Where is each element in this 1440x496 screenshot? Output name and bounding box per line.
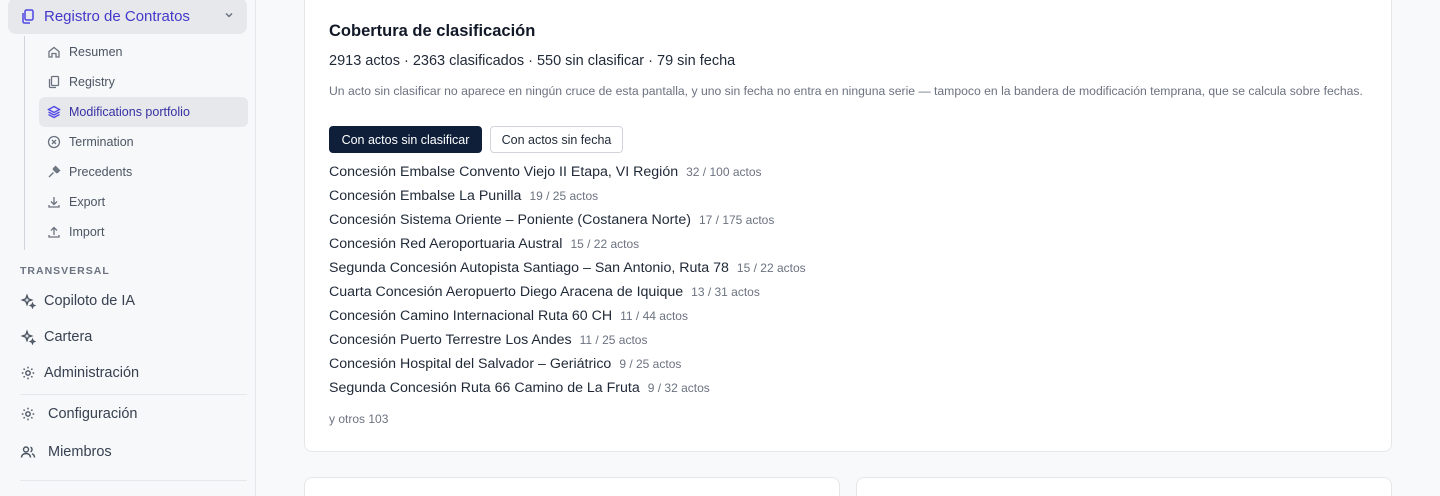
gear-icon [20,365,36,381]
list-item[interactable]: Concesión Embalse La Punilla 19 / 25 acto… [329,188,806,212]
nav-item-label: Cartera [44,329,93,345]
gavel-icon [47,165,61,179]
subnav-item-label: Termination [69,135,134,149]
concession-list: Concesión Embalse Convento Viejo II Etap… [329,164,806,404]
concession-count: 11 / 44 actos [620,309,688,323]
subnav-item-resumen[interactable]: Resumen [39,37,248,67]
concession-name: Concesión Sistema Oriente – Poniente (Co… [329,212,691,228]
secondary-card-left [304,477,840,496]
subnav-item-label: Modifications portfolio [69,105,190,119]
upload-icon [47,225,61,239]
concession-name: Concesión Puerto Terrestre Los Andes [329,332,572,348]
concession-count: 17 / 175 actos [698,213,775,227]
nav-item-label: Miembros [48,444,112,460]
concession-name: Concesión Embalse Convento Viejo II Etap… [329,164,679,180]
subnav-item-export[interactable]: Export [39,187,248,217]
gear-icon [20,406,36,422]
nav-item-cartera[interactable]: Cartera [20,324,92,350]
sparkles-icon [20,329,36,345]
concession-name: Cuarta Concesión Aeropuerto Diego Aracen… [329,284,684,300]
concession-count: 11 / 25 actos [579,333,648,347]
nav-item-miembros[interactable]: Miembros [20,439,112,465]
sidebar: Registro de Contratos Resumen Registry M… [0,0,256,496]
nav-registro-de-contratos[interactable]: Registro de Contratos [8,0,247,34]
subnav-item-import[interactable]: Import [39,217,248,247]
concession-name: Segunda Concesión Ruta 66 Camino de La F… [329,380,640,396]
concession-name: Concesión Embalse La Punilla [329,188,522,204]
list-item[interactable]: Concesión Embalse Convento Viejo II Etap… [329,164,806,188]
circle-x-icon [47,135,61,149]
more-concessions-text: y otros 103 [329,412,389,426]
subnav-item-label: Export [69,195,106,209]
divider [20,394,247,395]
concession-count: 9 / 32 actos [647,381,710,395]
home-icon [47,45,61,59]
contracts-icon [20,8,36,24]
card-title: Cobertura de clasificación [329,22,536,40]
filter-undated-button[interactable]: Con actos sin fecha [490,126,623,153]
coverage-note: Un acto sin clasificar no aparece en nin… [329,84,1363,98]
subnav-item-label: Resumen [69,45,123,59]
list-item[interactable]: Concesión Red Aeroportuaria Austral 15 / … [329,236,806,260]
nav-parent-label: Registro de Contratos [44,7,190,25]
list-item[interactable]: Segunda Concesión Ruta 66 Camino de La F… [329,380,806,404]
filter-unclassified-button[interactable]: Con actos sin clasificar [329,126,482,153]
secondary-card-right [856,477,1392,496]
concession-count: 9 / 25 actos [619,357,682,371]
list-item[interactable]: Concesión Sistema Oriente – Poniente (Co… [329,212,806,236]
concession-name: Concesión Red Aeroportuaria Austral [329,236,563,252]
subnav-item-label: Precedents [69,165,133,179]
subnav-item-label: Import [69,225,105,239]
chevron-down-icon[interactable] [223,9,235,21]
coverage-summary: 2913 actos · 2363 clasificados · 550 sin… [329,53,736,69]
nav-item-label: Configuración [48,406,138,422]
divider [20,480,247,481]
classification-coverage-card: Cobertura de clasificación 2913 actos · … [304,0,1392,452]
registry-icon [47,75,61,89]
subnav-item-label: Registry [69,75,115,89]
nav-item-administracion[interactable]: Administración [20,360,139,386]
concession-count: 15 / 22 actos [570,237,640,251]
nav-item-copiloto-de-ia[interactable]: Copiloto de IA [20,288,135,314]
list-item[interactable]: Concesión Hospital del Salvador – Geriát… [329,356,806,380]
nav-item-label: Copiloto de IA [44,293,136,309]
subnav-item-modifications-portfolio[interactable]: Modifications portfolio [39,97,248,127]
concession-count: 15 / 22 actos [736,261,806,275]
concession-name: Concesión Hospital del Salvador – Geriát… [329,356,612,372]
subnav-item-termination[interactable]: Termination [39,127,248,157]
subnav: Resumen Registry Modifications portfolio… [24,36,248,250]
subnav-item-precedents[interactable]: Precedents [39,157,248,187]
concession-count: 32 / 100 actos [686,165,762,179]
concession-count: 13 / 31 actos [691,285,760,299]
concession-name: Concesión Camino Internacional Ruta 60 C… [329,308,613,324]
nav-item-configuracion[interactable]: Configuración [20,401,137,427]
list-item[interactable]: Concesión Puerto Terrestre Los Andes 11 /… [329,332,806,356]
concession-name: Segunda Concesión Autopista Santiago – S… [329,260,729,276]
sparkles-icon [20,293,36,309]
nav-item-label: Administración [44,365,140,381]
concession-count: 19 / 25 actos [529,189,599,203]
list-item[interactable]: Cuarta Concesión Aeropuerto Diego Aracen… [329,284,806,308]
download-icon [47,195,61,209]
section-title-transversal: TRANSVERSAL [20,265,110,277]
list-item[interactable]: Concesión Camino Internacional Ruta 60 C… [329,308,806,332]
subnav-item-registry[interactable]: Registry [39,67,248,97]
list-item[interactable]: Segunda Concesión Autopista Santiago – S… [329,260,806,284]
users-icon [20,444,36,460]
layers-icon [47,105,61,119]
